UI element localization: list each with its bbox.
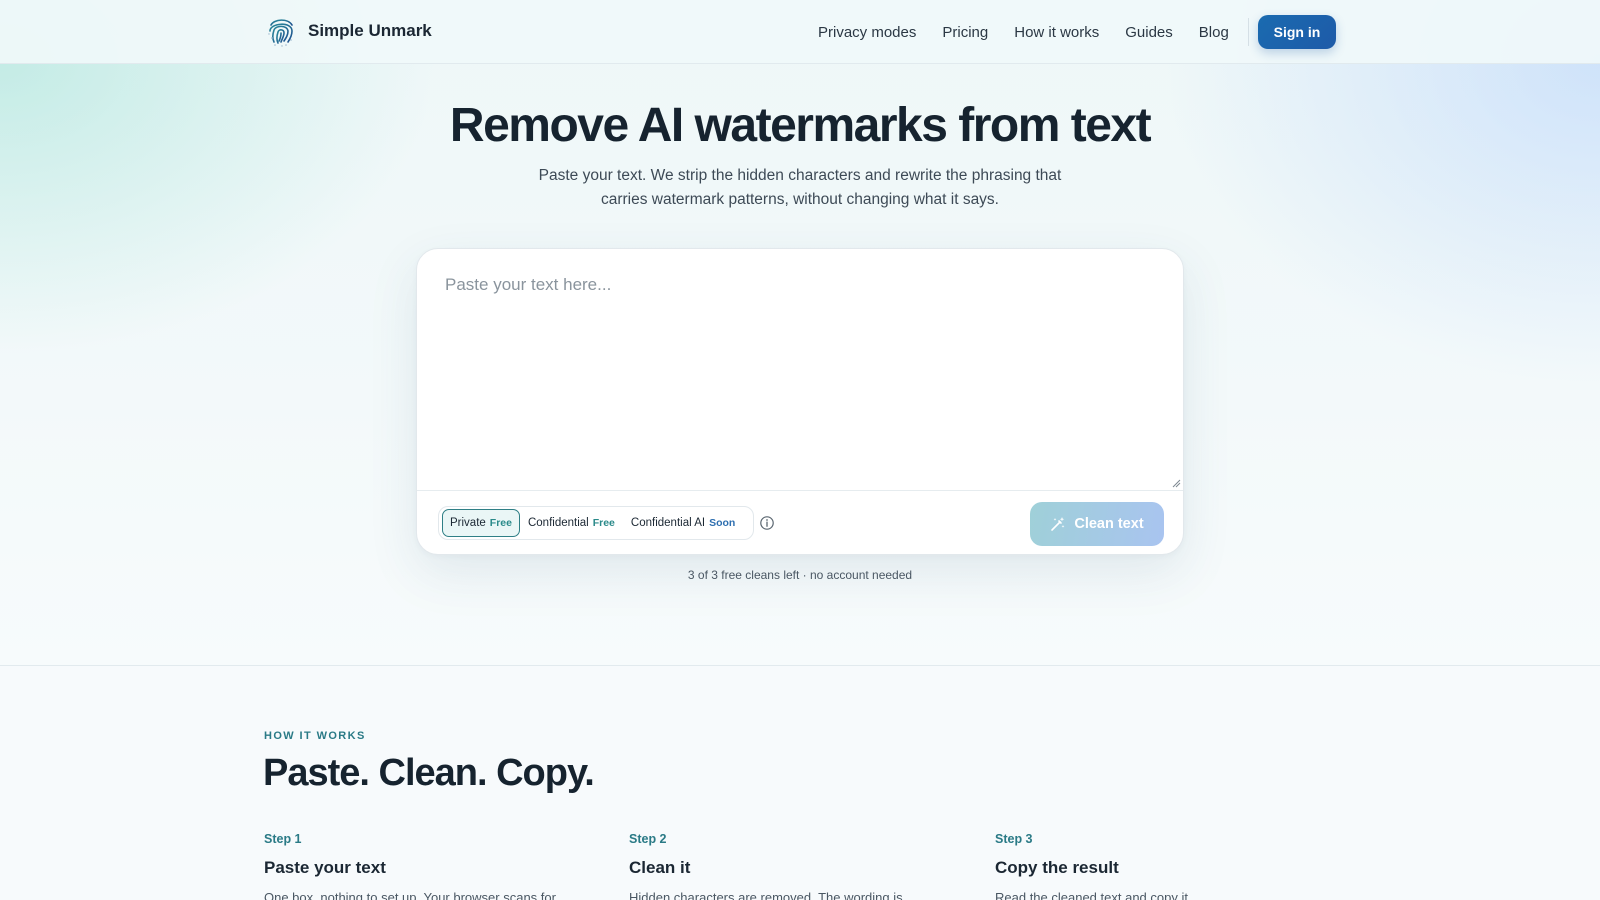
nav-divider bbox=[1248, 18, 1249, 46]
privacy-mode-selector: Private Free Confidential Free Confident… bbox=[438, 506, 754, 540]
nav-pricing[interactable]: Pricing bbox=[942, 22, 988, 44]
section-kicker: HOW IT WORKS bbox=[264, 730, 366, 742]
clean-text-label: Clean text bbox=[1074, 516, 1144, 532]
step-description: One box, nothing to set up. Your browser… bbox=[264, 890, 556, 900]
clean-text-button[interactable]: Clean text bbox=[1030, 502, 1164, 546]
nav-privacy-modes[interactable]: Privacy modes bbox=[818, 22, 916, 44]
text-input[interactable] bbox=[417, 249, 1183, 490]
hero-subtitle: Paste your text. We strip the hidden cha… bbox=[530, 164, 1070, 212]
step-2: Step 2 Clean it Hidden characters are re… bbox=[629, 832, 969, 900]
mode-private[interactable]: Private Free bbox=[442, 509, 520, 537]
mode-confidential[interactable]: Confidential Free bbox=[520, 509, 623, 537]
brand[interactable]: Simple Unmark bbox=[264, 14, 432, 48]
mode-badge: Soon bbox=[709, 517, 736, 529]
nav-blog[interactable]: Blog bbox=[1199, 22, 1229, 44]
mode-confidential-ai[interactable]: Confidential AI Soon bbox=[623, 509, 743, 537]
step-title: Clean it bbox=[629, 858, 691, 877]
mode-label: Private bbox=[450, 517, 486, 529]
section-title: Paste. Clean. Copy. bbox=[263, 752, 595, 794]
hero-title: Remove AI watermarks from text bbox=[449, 99, 1152, 152]
mode-badge: Free bbox=[489, 517, 512, 529]
site-header: Simple Unmark Privacy modes Pricing How … bbox=[0, 0, 1600, 64]
mode-badge: Free bbox=[592, 517, 615, 529]
step-label: Step 1 bbox=[264, 832, 302, 846]
sign-in-button[interactable]: Sign in bbox=[1258, 15, 1336, 49]
mode-label: Confidential bbox=[527, 517, 589, 529]
brand-name: Simple Unmark bbox=[308, 21, 432, 40]
step-title: Copy the result bbox=[995, 858, 1119, 877]
nav-how-it-works[interactable]: How it works bbox=[1014, 22, 1099, 44]
main-nav: Privacy modes Pricing How it works Guide… bbox=[818, 22, 1229, 44]
magic-wand-icon bbox=[1051, 517, 1065, 531]
step-description: Hidden characters are removed. The wordi… bbox=[629, 890, 903, 900]
hero-subtitle-line-2: carries watermark patterns, without chan… bbox=[600, 191, 999, 208]
step-label: Step 2 bbox=[629, 832, 667, 846]
step-description: Read the cleaned text and copy it. bbox=[995, 890, 1192, 900]
mode-label: Confidential AI bbox=[630, 517, 706, 529]
nav-guides[interactable]: Guides bbox=[1125, 22, 1173, 44]
editor-card: Private Free Confidential Free Confident… bbox=[416, 248, 1184, 555]
resize-handle-icon[interactable] bbox=[1172, 479, 1181, 488]
fingerprint-icon bbox=[268, 19, 293, 47]
free-cleans-status: 3 of 3 free cleans left · no account nee… bbox=[687, 568, 913, 582]
editor-toolbar: Private Free Confidential Free Confident… bbox=[417, 490, 1183, 554]
hero-subtitle-line-1: Paste your text. We strip the hidden cha… bbox=[538, 167, 1062, 184]
step-label: Step 3 bbox=[995, 832, 1033, 846]
step-3: Step 3 Copy the result Read the cleaned … bbox=[995, 832, 1335, 900]
info-icon[interactable] bbox=[759, 515, 775, 531]
step-1: Step 1 Paste your text One box, nothing … bbox=[264, 832, 604, 900]
step-title: Paste your text bbox=[264, 858, 386, 877]
